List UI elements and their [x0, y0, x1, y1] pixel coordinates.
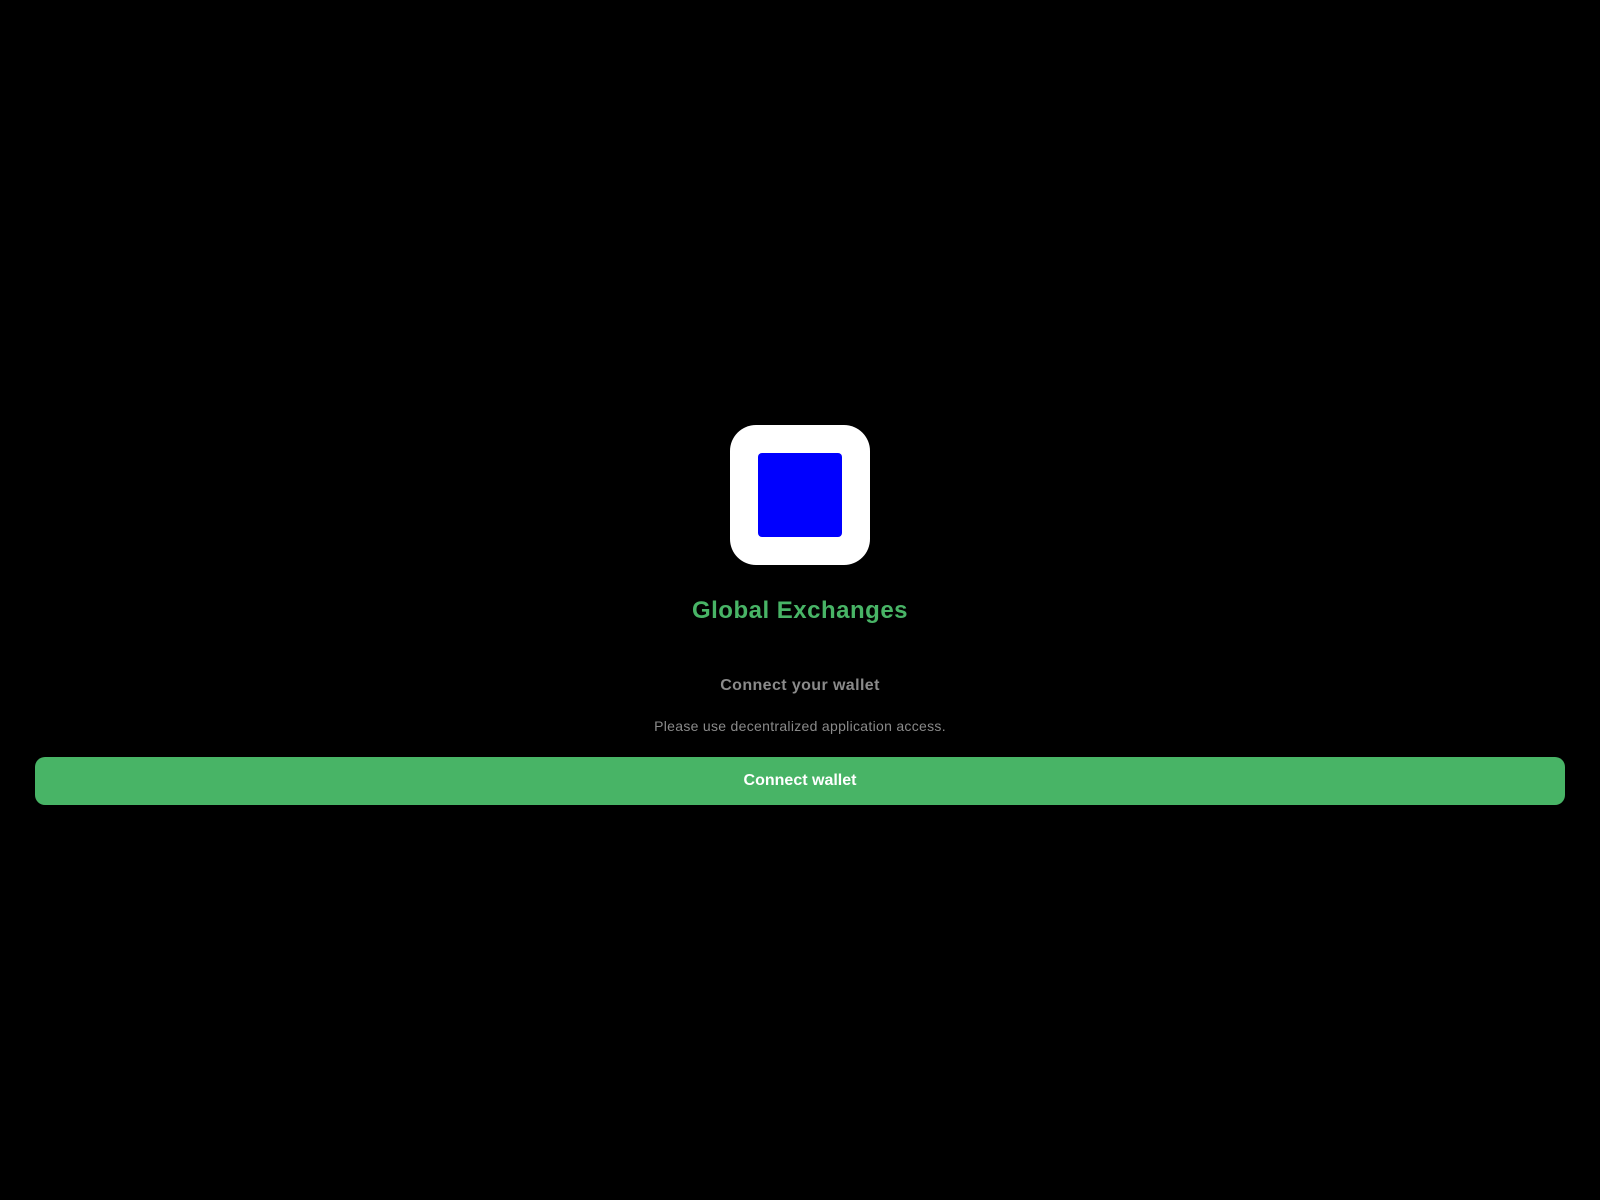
connect-description: Please use decentralized application acc… — [654, 718, 946, 734]
wallet-connect-page: Global Exchanges Connect your wallet Ple… — [0, 0, 1600, 1200]
app-title: Global Exchanges — [691, 597, 909, 624]
app-logo — [730, 425, 870, 565]
connect-wallet-button[interactable]: Connect wallet — [35, 757, 1565, 805]
connect-heading: Connect your wallet — [720, 677, 880, 694]
blue-square-logo-icon — [758, 453, 842, 537]
